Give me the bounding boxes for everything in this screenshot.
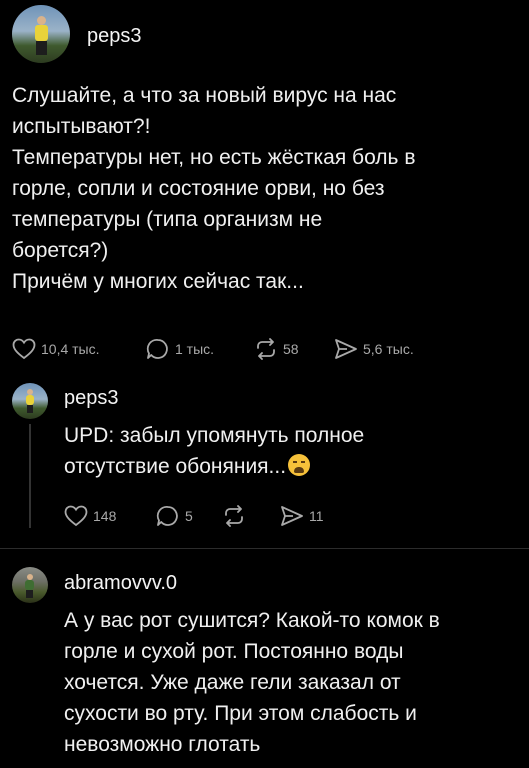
share-button[interactable]: 5,6 тыс. [334, 338, 414, 360]
reply-icon [146, 339, 168, 359]
reply-button[interactable]: 5 [156, 505, 222, 527]
post-text: UPD: забыл упомянуть полное отсутствие о… [64, 420, 514, 482]
avatar[interactable] [12, 383, 48, 419]
post-text-line: горле и сухой рот. Постоянно воды [64, 640, 404, 663]
share-button[interactable]: 11 [280, 505, 324, 527]
reply-count: 1 тыс. [175, 341, 215, 357]
post-text-line: температуры (типа организм не [12, 208, 323, 231]
post-text-line: UPD: забыл упомянуть полное [64, 424, 365, 447]
post-text-line-with-emoji: отсутствие обоняния... [64, 451, 514, 482]
share-icon [335, 339, 357, 359]
post-text-line: невозможно глотать [64, 733, 261, 756]
post-text: А у вас рот сушится? Какой-то комок в го… [64, 605, 524, 760]
repost-icon [225, 505, 243, 527]
post-text-line: Слушайте, а что за новый вирус на нас [12, 84, 397, 107]
post-text-line: горле, сопли и состояние орви, но без [12, 177, 385, 200]
post-text: Слушайте, а что за новый вирус на нас ис… [12, 80, 522, 297]
like-button[interactable]: 148 [64, 505, 156, 527]
post-text-line: А у вас рот сушится? Какой-то комок в [64, 609, 440, 632]
repost-icon [257, 338, 275, 360]
username[interactable]: abramovvv.0 [64, 572, 177, 595]
post-text-line: Температуры нет, но есть жёсткая боль в [12, 146, 416, 169]
reply-icon [156, 506, 178, 526]
username[interactable]: peps3 [64, 387, 119, 410]
post-text-line: отсутствие обоняния... [64, 455, 287, 478]
post-actions: 10,4 тыс. 1 тыс. 58 5,6 тыс. [12, 338, 414, 360]
repost-button[interactable]: 58 [254, 338, 334, 360]
post-text-line: сухости во рту. При этом слабость и [64, 702, 417, 725]
post-text-line: испытывают?! [12, 115, 151, 138]
share-icon [281, 506, 303, 526]
reply-count: 5 [185, 508, 193, 524]
weary-face-emoji [288, 454, 311, 476]
thread-line [29, 424, 31, 528]
post-text-line: Причём у многих сейчас так... [12, 270, 304, 293]
like-button[interactable]: 10,4 тыс. [12, 338, 146, 360]
heart-icon [12, 338, 36, 360]
divider [0, 548, 529, 549]
like-count: 10,4 тыс. [41, 341, 100, 357]
like-count: 148 [93, 508, 117, 524]
post-text-line: хочется. Уже даже гели заказал от [64, 671, 401, 694]
repost-count: 58 [283, 341, 299, 357]
post-actions: 148 5 11 [64, 505, 324, 527]
username[interactable]: peps3 [87, 25, 142, 48]
avatar[interactable] [12, 567, 48, 603]
share-count: 5,6 тыс. [363, 341, 414, 357]
heart-icon [64, 505, 88, 527]
share-count: 11 [309, 508, 324, 524]
repost-button[interactable] [222, 505, 280, 527]
post-text-line: борется?) [12, 239, 109, 262]
reply-button[interactable]: 1 тыс. [146, 338, 254, 360]
avatar[interactable] [12, 5, 70, 63]
